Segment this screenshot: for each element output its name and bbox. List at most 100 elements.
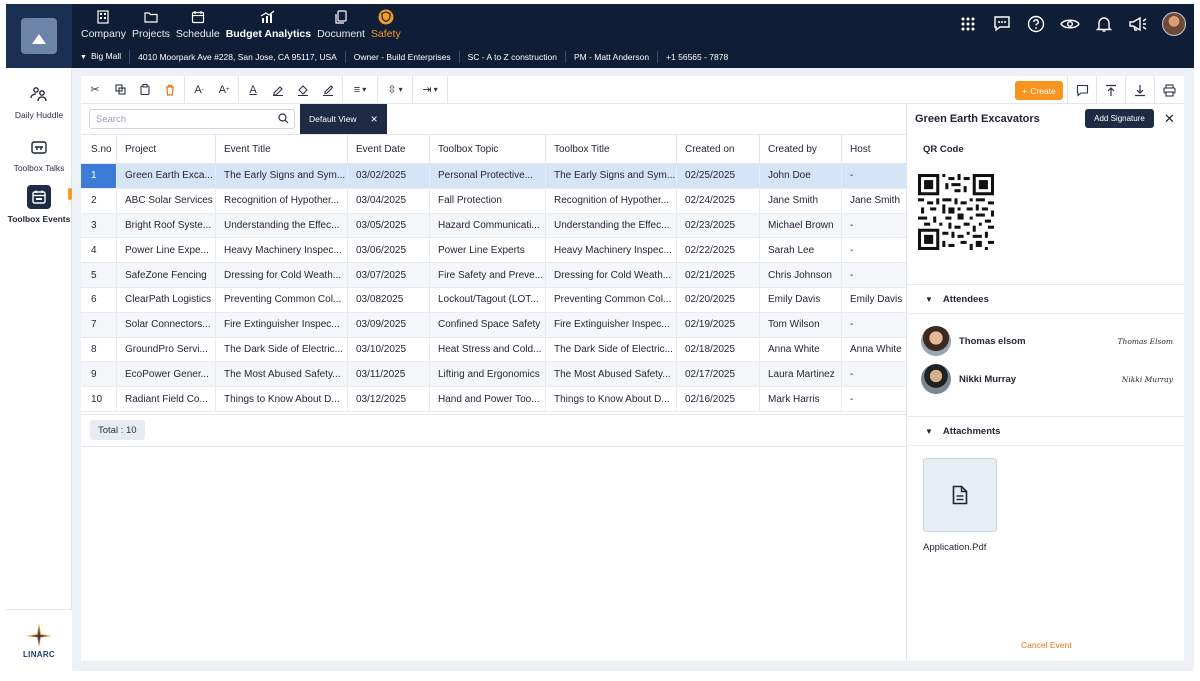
col-header-host[interactable]: Host xyxy=(842,135,904,163)
cut-icon[interactable]: ✂ xyxy=(87,82,103,98)
cell-toolbox-title: Recognition of Hypother... xyxy=(546,188,677,213)
fill-color-icon[interactable] xyxy=(295,82,311,98)
table-row[interactable]: 5 SafeZone Fencing Dressing for Cold Weath… xyxy=(81,263,906,288)
cancel-event-link[interactable]: Cancel Event xyxy=(1021,640,1072,650)
col-header-sno[interactable]: S.no xyxy=(81,135,117,163)
view-selector[interactable]: Default View × xyxy=(300,104,387,134)
highlight-icon[interactable] xyxy=(270,82,286,98)
cell-event-date: 03/12/2025 xyxy=(348,387,430,411)
increase-font-icon[interactable]: A + xyxy=(216,82,232,98)
vertical-align-icon[interactable]: ⇳ xyxy=(384,82,406,98)
table-row[interactable]: 9 EcoPower Gener... The Most Abused Safety… xyxy=(81,362,906,388)
close-icon[interactable]: × xyxy=(371,112,378,126)
add-signature-button[interactable]: Add Signature xyxy=(1085,109,1154,128)
cell-created-by: Michael Brown xyxy=(760,213,842,238)
sidebar-item-daily-huddle[interactable]: Daily Huddle xyxy=(6,83,72,120)
sidebar: Daily Huddle Toolbox Talks Toolbox Event… xyxy=(6,68,72,671)
megaphone-icon[interactable] xyxy=(1128,14,1148,34)
attendee-item: Nikki Murray Nikki Murray xyxy=(921,364,1173,394)
cell-sno: 6 xyxy=(81,287,117,312)
print-icon[interactable] xyxy=(1154,76,1183,104)
nav-document[interactable]: Document xyxy=(314,7,368,43)
comment-icon[interactable] xyxy=(1067,76,1096,104)
col-header-project[interactable]: Project xyxy=(117,135,216,163)
download-icon[interactable] xyxy=(1125,76,1154,104)
avatar xyxy=(921,326,951,356)
attendees-section-header[interactable]: ▼ Attendees xyxy=(907,284,1185,314)
col-header-created-on[interactable]: Created on xyxy=(677,135,760,163)
top-right-actions xyxy=(958,12,1186,36)
col-header-event-title[interactable]: Event Title xyxy=(216,135,348,163)
nav-safety[interactable]: Safety xyxy=(368,7,404,43)
nav-schedule[interactable]: Schedule xyxy=(173,7,223,43)
qr-code-icon xyxy=(918,174,994,250)
nav-company[interactable]: Company xyxy=(78,7,129,43)
sidebar-item-toolbox-events[interactable]: Toolbox Events xyxy=(6,185,72,224)
cell-host: - xyxy=(850,219,854,231)
cell-project: Power Line Expe... xyxy=(117,238,216,263)
apps-grid-icon[interactable] xyxy=(958,14,978,34)
table-row[interactable]: 8 GroundPro Servi... The Dark Side of Elec… xyxy=(81,337,906,363)
upload-icon[interactable] xyxy=(1096,76,1125,104)
close-panel-icon[interactable]: ✕ xyxy=(1164,111,1175,127)
sidebar-collapse-tab[interactable] xyxy=(68,188,72,200)
sidebar-item-toolbox-talks[interactable]: Toolbox Talks xyxy=(6,136,72,173)
chat-icon[interactable] xyxy=(992,14,1012,34)
nav-projects[interactable]: Projects xyxy=(129,7,173,43)
decrease-font-icon[interactable]: A- xyxy=(191,82,207,98)
border-color-icon[interactable] xyxy=(320,82,336,98)
table-row[interactable]: 6 ClearPath Logistics Preventing Common Co… xyxy=(81,287,906,313)
wrap-group: ⇥ xyxy=(413,75,448,104)
cell-sno: 9 xyxy=(81,362,117,387)
cell-created-by: Emily Davis xyxy=(760,287,842,312)
attachment-name[interactable]: Application.Pdf xyxy=(923,542,986,553)
search-input[interactable] xyxy=(90,110,270,128)
col-header-event-date[interactable]: Event Date xyxy=(348,135,430,163)
table-row[interactable]: 3 Bright Roof Syste... Understanding the E… xyxy=(81,213,906,239)
create-button[interactable]: + Create xyxy=(1015,81,1063,100)
paste-icon[interactable] xyxy=(137,82,153,98)
table-row[interactable]: 7 Solar Connectors... Fire Extinguisher In… xyxy=(81,312,906,338)
col-header-toolbox-title[interactable]: Toolbox Title xyxy=(546,135,677,163)
delete-icon[interactable] xyxy=(162,82,178,98)
user-avatar[interactable] xyxy=(1162,12,1186,36)
search-icon[interactable] xyxy=(278,113,289,127)
attendee-item: Thomas elsom Thomas Elsom xyxy=(921,326,1173,356)
nav-budget-analytics[interactable]: Budget Analytics xyxy=(223,7,314,43)
folder-icon xyxy=(143,9,159,25)
cell-created-on: 02/17/2025 xyxy=(677,362,760,387)
text-color-icon[interactable]: A xyxy=(245,82,261,98)
bell-icon[interactable] xyxy=(1094,14,1114,34)
table-row[interactable]: 2 ABC Solar Services Recognition of Hypoth… xyxy=(81,188,906,214)
logo-mark xyxy=(21,18,57,54)
calendar-icon xyxy=(190,9,206,25)
cell-project: Green Earth Exca... xyxy=(117,164,216,188)
cell-created-on: 02/19/2025 xyxy=(677,312,760,337)
cell-sno: 5 xyxy=(81,263,117,287)
text-wrap-icon[interactable]: ⇥ xyxy=(419,82,441,98)
attachments-section-header[interactable]: ▼ Attachments xyxy=(907,416,1185,446)
table-row[interactable]: 10 Radiant Field Co... Things to Know Abou… xyxy=(81,387,906,412)
project-selector[interactable]: Big Mall xyxy=(72,50,131,64)
eye-icon[interactable] xyxy=(1060,14,1080,34)
cell-created-on: 02/16/2025 xyxy=(677,387,760,411)
copy-icon[interactable] xyxy=(112,82,128,98)
linarc-logo-icon xyxy=(26,622,52,647)
help-icon[interactable] xyxy=(1026,14,1046,34)
project-pm: PM - Matt Anderson xyxy=(566,51,659,63)
search-row: Default View × xyxy=(81,104,906,134)
col-header-toolbox-topic[interactable]: Toolbox Topic xyxy=(430,135,546,163)
attachment-thumbnail[interactable] xyxy=(923,458,997,532)
company-logo[interactable] xyxy=(6,4,72,68)
align-left-icon[interactable]: ≡ xyxy=(349,82,371,98)
cell-project: ClearPath Logistics xyxy=(117,287,216,312)
col-header-created-by[interactable]: Created by xyxy=(760,135,842,163)
avatar xyxy=(921,364,951,394)
shield-icon xyxy=(378,9,394,25)
cell-created-on: 02/23/2025 xyxy=(677,213,760,238)
cell-toolbox-title: The Dark Side of Electric... xyxy=(546,337,677,362)
cell-created-on: 02/18/2025 xyxy=(677,337,760,362)
cell-toolbox-topic: Hazard Communicati... xyxy=(430,213,546,238)
table-row[interactable]: 1 Green Earth Exca... The Early Signs and … xyxy=(81,164,906,189)
table-row[interactable]: 4 Power Line Expe... Heavy Machinery Inspe… xyxy=(81,238,906,264)
